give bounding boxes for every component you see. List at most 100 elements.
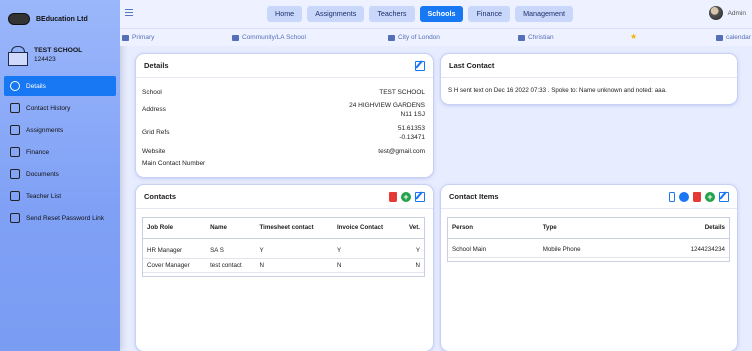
edit-icon[interactable] [415,60,425,71]
table-cell: Cover Manager [143,258,207,273]
column-header: Vet. [400,218,424,239]
sidebar-item-label: Send Reset Password Link [26,214,105,222]
column-header: Invoice Contact [332,218,401,239]
column-header: Job Role [143,218,207,239]
table-cell: N [400,258,424,273]
details-value: N11 1SJ [400,111,425,118]
table-cell: SA S [206,244,256,259]
tab-schools[interactable]: Schools [419,6,464,22]
calendar-icon [716,34,723,41]
sidebar: BEducation Ltd TEST SCHOOL 124423 Detail… [0,0,120,351]
table-row[interactable]: Cover Manager test contact N N N [143,258,424,273]
details-value: TEST SCHOOL [379,89,425,96]
star-icon[interactable]: ★ [630,33,637,41]
contacts-table: Job Role Name Timesheet contact Invoice … [142,217,425,277]
sidebar-nav: Details Contact History Assignments Fina… [0,76,120,228]
school-religion: Christian [528,34,554,41]
sidebar-item-label: Finance [26,148,50,156]
main-tabs: Home Assignments Teachers Schools Financ… [267,6,574,22]
sidebar-item-label: Teacher List [26,192,62,200]
tab-assignments[interactable]: Assignments [307,6,365,22]
table-cell: N [332,258,401,273]
calendar-link[interactable]: calendar [726,34,751,41]
add-icon[interactable]: + [401,191,411,202]
table-cell: Y [255,244,333,259]
last-contact-card: Last Contact S H sent text on Dec 16 202… [441,54,737,104]
details-label: Main Contact Number [142,160,206,167]
table-cell: N [255,258,333,273]
tab-management[interactable]: Management [515,6,574,22]
assignments-icon [10,125,20,135]
school-icon [6,46,28,66]
phone-icon[interactable] [669,191,675,202]
tab-finance[interactable]: Finance [468,6,511,22]
table-cell: Y [400,244,424,259]
details-value: -0.13471 [399,134,425,141]
table-row[interactable]: HR Manager SA S Y Y Y [143,244,424,259]
school-phase: Primary [132,34,155,41]
contact-items-card: Contact Items + Person Type Details Scho… [441,185,737,351]
menu-toggle-icon[interactable] [125,9,133,16]
column-header: Type [538,218,638,239]
school-type: Community/LA School [242,34,306,41]
sidebar-item-assignments[interactable]: Assignments [4,120,116,140]
sidebar-item-label: Documents [26,170,59,178]
brand-logo [8,13,30,25]
table-cell: HR Manager [143,244,207,259]
sidebar-item-reset-password[interactable]: Send Reset Password Link [4,208,116,228]
flag-icon [518,34,525,41]
school-city: City of London [398,34,440,41]
sidebar-item-contact-history[interactable]: Contact History [4,98,116,118]
details-label: Grid Refs [142,129,170,136]
sidebar-item-details[interactable]: Details [4,76,116,96]
contact-items-title: Contact Items [449,192,499,201]
school-id: 124423 [34,56,56,63]
sidebar-item-finance[interactable]: Finance [4,142,116,162]
edit-icon[interactable] [415,191,425,202]
details-title: Details [144,61,169,70]
sidebar-item-label: Details [26,82,46,90]
brand[interactable]: BEducation Ltd [0,0,120,38]
table-cell: Mobile Phone [538,243,638,258]
teacher-list-icon [10,191,20,201]
sidebar-item-documents[interactable]: Documents [4,164,116,184]
details-card: Details School TEST SCHOOL Address 24 HI… [136,54,433,177]
column-header: Details [637,218,729,239]
edit-icon[interactable] [719,191,729,202]
user-menu[interactable]: Admin [708,6,746,20]
last-contact-title: Last Contact [449,61,495,70]
top-navbar: Home Assignments Teachers Schools Financ… [120,0,752,28]
details-value: test@gmail.com [378,148,425,155]
contacts-title: Contacts [144,192,177,201]
details-label: Website [142,148,166,155]
email-icon[interactable] [679,191,689,202]
school-header: TEST SCHOOL 124423 [0,38,120,72]
details-label: Address [142,106,166,113]
details-label: School [142,89,162,96]
sidebar-item-label: Assignments [26,126,64,134]
column-header: Timesheet contact [255,218,333,239]
column-header: Person [448,218,539,239]
details-icon [10,81,20,91]
table-cell: School Main [448,243,539,258]
table-cell: 1244234234 [637,243,729,258]
add-icon[interactable]: + [705,191,715,202]
table-cell: test contact [206,258,256,273]
brand-name: BEducation Ltd [36,15,88,23]
tab-teachers[interactable]: Teachers [369,6,415,22]
building-icon [232,34,239,41]
key-icon [10,213,20,223]
list-icon [388,34,395,41]
details-value: 51.61353 [397,125,425,132]
documents-icon [10,169,20,179]
history-icon [10,103,20,113]
tab-home[interactable]: Home [267,6,303,22]
school-info-bar: Primary Community/LA School City of Lond… [120,28,752,46]
delete-icon[interactable] [693,191,701,202]
sidebar-item-teacher-list[interactable]: Teacher List [4,186,116,206]
delete-icon[interactable] [389,191,397,202]
column-header: Name [206,218,256,239]
table-row[interactable]: School Main Mobile Phone 1244234234 [448,243,729,258]
contact-items-table: Person Type Details School Main Mobile P… [447,217,730,262]
people-icon [122,34,129,41]
